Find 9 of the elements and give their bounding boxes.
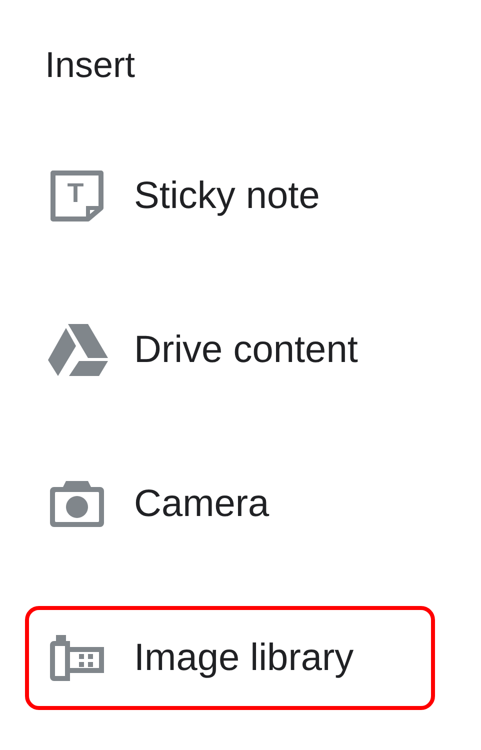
menu-title: Insert: [45, 43, 136, 87]
triangle-logo-icon: [48, 324, 108, 376]
menu-item[interactable]: Drive content: [25, 298, 435, 402]
menu-item[interactable]: Image library: [25, 606, 435, 710]
menu-item[interactable]: T Sticky note: [25, 144, 435, 248]
film-roll-icon: [48, 633, 106, 683]
menu-item[interactable]: Camera: [25, 452, 435, 556]
sticky-note-icon: T: [48, 170, 106, 222]
camera-icon: [48, 479, 106, 529]
